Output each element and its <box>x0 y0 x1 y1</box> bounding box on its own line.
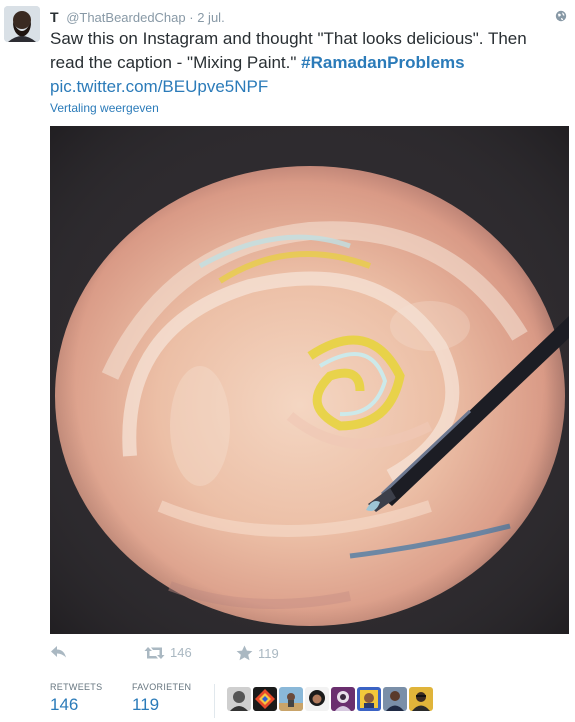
author-avatar[interactable] <box>4 6 40 42</box>
tweet-date[interactable]: 2 jul. <box>197 10 224 25</box>
retweet-icon <box>144 646 165 659</box>
favorites-stat[interactable]: FAVORIETEN 119 <box>132 682 191 715</box>
reply-icon <box>51 646 66 658</box>
media-link[interactable]: pic.twitter.com/BEUpve5NPF <box>50 77 268 96</box>
favoriter-avatar[interactable] <box>305 687 329 711</box>
favorites-label: FAVORIETEN <box>132 682 192 692</box>
translate-link[interactable]: Vertaling weergeven <box>50 101 159 115</box>
globe-icon <box>555 10 567 22</box>
retweet-count: 146 <box>170 645 192 660</box>
tweet-text: Saw this on Instagram and thought "That … <box>50 27 560 99</box>
tweet-actions: 146 119 <box>50 645 560 667</box>
favoriter-avatar[interactable] <box>227 687 251 711</box>
tweet: T @ThatBeardedChap · 2 jul. Saw this on … <box>0 0 575 722</box>
favorite-count: 119 <box>258 645 279 661</box>
header-separator: · <box>189 10 194 25</box>
favorites-value: 119 <box>132 695 160 714</box>
author-name[interactable]: T <box>50 9 59 25</box>
favoriter-avatars <box>227 687 433 711</box>
hashtag-link[interactable]: #RamadanProblems <box>301 53 464 72</box>
retweets-stat[interactable]: RETWEETS 146 <box>50 682 102 715</box>
favoriter-avatar[interactable] <box>279 687 303 711</box>
stats-divider <box>214 684 215 718</box>
author-handle[interactable]: @ThatBeardedChap <box>66 10 185 25</box>
favoriter-avatar[interactable] <box>409 687 433 711</box>
tweet-header: T @ThatBeardedChap · 2 jul. <box>50 8 225 27</box>
tweet-stats: RETWEETS 146 FAVORIETEN 119 <box>50 682 560 722</box>
retweets-value: 146 <box>50 695 79 714</box>
retweets-label: RETWEETS <box>50 682 103 692</box>
tweet-photo[interactable] <box>50 126 569 634</box>
favorite-button[interactable]: 119 <box>236 645 279 661</box>
star-icon <box>236 645 253 661</box>
favoriter-avatar[interactable] <box>253 687 277 711</box>
reply-button[interactable] <box>50 645 67 659</box>
favoriter-avatar[interactable] <box>383 687 407 711</box>
retweet-button[interactable]: 146 <box>144 645 192 660</box>
favoriter-avatar[interactable] <box>357 687 381 711</box>
favoriter-avatar[interactable] <box>331 687 355 711</box>
